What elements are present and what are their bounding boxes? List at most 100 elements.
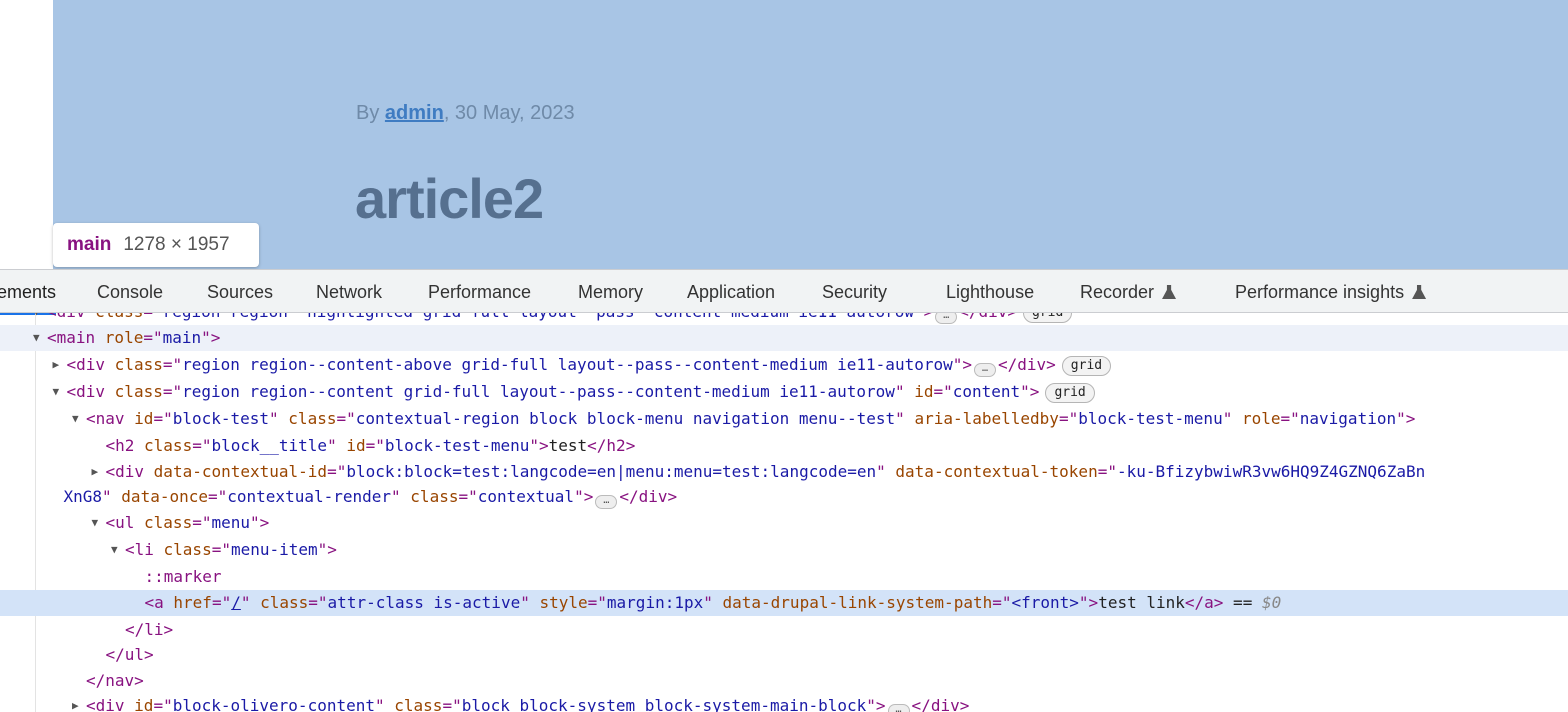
collapsed-triangle-icon[interactable]: ▶ [72,693,79,712]
dom-node-row[interactable]: ▼ <div class="region region--content grid… [0,379,1568,405]
href-link[interactable]: / [231,593,241,612]
dom-node-row[interactable]: </ul> [0,642,1568,668]
tag-token: " [876,462,896,481]
tag-token: =" [587,593,607,612]
attr-value: block__title [211,436,328,455]
dom-node-row[interactable]: </nav> [0,668,1568,694]
attr-name: style [539,593,588,612]
attr-name: class [260,593,309,612]
dom-node-markup: <ul class="menu"> [106,510,270,536]
expanded-triangle-icon[interactable]: ▼ [33,325,40,351]
tag-token: =" [208,487,228,506]
tag-token: =" [211,540,231,559]
dom-node-row[interactable]: XnG8" data-once="contextual-render" clas… [0,484,1568,510]
tab-security[interactable]: Security [822,282,887,303]
attr-name: data-contextual-token [895,462,1098,481]
dom-node-row[interactable]: ▶ <div id="block-olivero-content" class="… [0,693,1568,712]
tab-sources[interactable]: Sources [207,282,273,303]
grid-badge[interactable]: grid [1023,313,1073,323]
tag-token: =" [442,696,462,712]
dom-node-row[interactable]: ▼ <ul class="menu"> [0,510,1568,536]
attr-value: block block-system block-system-main-blo… [461,696,867,712]
author-link[interactable]: admin [385,102,444,124]
attr-name: class [144,436,193,455]
dom-node-markup: <div class="region region--content grid-… [67,379,1095,405]
attr-name: id [134,696,154,712]
tab-application[interactable]: Application [687,282,775,303]
attr-value: region region--content-above grid-full l… [182,355,953,374]
dom-node-row[interactable]: <a href="/" class="attr-class is-active"… [0,590,1568,616]
tab-performance-insights[interactable]: Performance insights [1235,282,1427,303]
dom-node-row[interactable]: ▼ <nav id="block-test" class="contextual-… [0,406,1568,432]
dom-node-markup: <a href="/" class="attr-class is-active"… [145,590,1282,616]
tag-token: "> [317,540,337,559]
tag-token: "> [866,696,886,712]
tag-token: <h2 [105,436,145,455]
tag-token: " [391,487,411,506]
attr-value: menu [211,513,250,532]
attr-value: block-test-menu [1078,409,1223,428]
tab-console[interactable]: Console [97,282,163,303]
tag-token: ::marker [144,567,222,586]
expanded-triangle-icon[interactable]: ▼ [111,537,118,563]
dom-node-row[interactable]: </li> [0,617,1568,643]
expand-ellipsis-button[interactable]: … [595,495,618,509]
tag-token: " [703,593,723,612]
grid-badge[interactable]: grid [1061,356,1112,376]
expanded-triangle-icon[interactable]: ▼ [92,510,99,536]
attr-name: data-drupal-link-system-path [722,593,993,612]
tag-token: =" [153,696,173,712]
tab-recorder[interactable]: Recorder [1080,282,1177,303]
main-element-highlight [53,0,1568,269]
article-title: article2 [355,167,544,230]
tag-token: =" [143,313,162,321]
tag-token: =" [143,328,163,347]
attr-name: class [163,540,212,559]
dom-node-markup: <nav id="block-test" class="contextual-r… [86,406,1415,432]
expanded-triangle-icon[interactable]: ▼ [33,313,40,325]
tab-label: Recorder [1080,282,1155,302]
dom-node-row[interactable]: ▼ <li class="menu-item"> [0,537,1568,563]
expanded-triangle-icon[interactable]: ▼ [53,379,60,405]
article-byline: By admin, 30 May, 2023 [356,102,575,125]
attr-value: <front> [1011,593,1079,612]
dom-node-row[interactable]: <h2 class="block__title" id="block-test-… [0,433,1568,459]
tag-token: "> [1078,593,1099,612]
collapsed-triangle-icon[interactable]: ▶ [92,459,99,485]
expand-ellipsis-button[interactable]: … [887,704,910,712]
dom-node-row[interactable]: ▶ <div class="region region--content-abov… [0,352,1568,378]
attr-name: data-once [121,487,208,506]
dom-node-row[interactable]: ::marker [0,564,1568,590]
tab-lighthouse[interactable]: Lighthouse [946,282,1034,303]
collapsed-triangle-icon[interactable]: ▶ [53,352,60,378]
expand-ellipsis-button[interactable]: … [974,363,996,377]
tag-token: <a [144,593,174,612]
dom-node-row[interactable]: ▼ <main role="main"> [0,325,1568,351]
tag-token: "> [201,328,221,347]
dom-node-markup: <div class="region region--highlighted g… [47,313,1073,325]
attr-value: region region--content grid-full layout-… [182,382,895,401]
tag-token: "> [952,355,972,374]
tab-label: Security [822,282,888,302]
dom-node-row[interactable]: ▶ <div data-contextual-id="block:block=te… [0,459,1568,485]
tag-token: " [102,487,122,506]
tab-network[interactable]: Network [316,282,382,303]
grid-badge[interactable]: grid [1045,383,1095,403]
tag-token: " [240,593,261,612]
attr-name: role [1241,409,1281,428]
dom-node-markup: </li> [125,617,173,643]
tag-token: =" [327,462,347,481]
tab-ements[interactable]: ements [0,282,57,315]
expand-ellipsis-button[interactable]: … [935,313,958,324]
attr-value: block:block=test:langcode=en|menu:menu=t… [346,462,877,481]
tag-token: =" [458,487,478,506]
tag-token: "> [1396,409,1416,428]
dom-node-row[interactable]: ▼ <div class="region region--highlighted … [0,313,1568,325]
dom-node-markup: <main role="main"> [47,325,220,351]
tab-performance[interactable]: Performance [428,282,531,303]
tag-token: "> [250,513,270,532]
tab-memory[interactable]: Memory [578,282,643,303]
tag-token: =" [308,593,328,612]
tag-token: </h2> [587,436,636,455]
expanded-triangle-icon[interactable]: ▼ [72,406,79,432]
